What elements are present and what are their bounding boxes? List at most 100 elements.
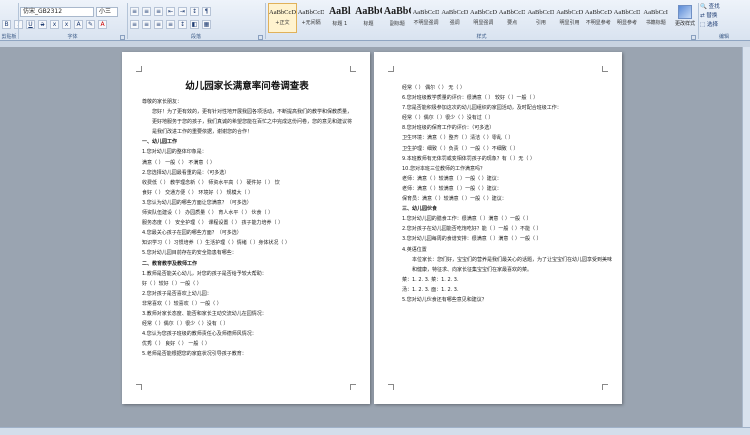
sort-icon[interactable]: ↕ (190, 7, 199, 16)
document-line: 知识学习（ ）习惯培养（ ）生活护理（ ）情绪（ ）身体状况（ ） (142, 240, 290, 247)
align-left-icon[interactable]: ≡ (130, 20, 139, 29)
group-label-clipboard: 剪贴板 (1, 34, 17, 40)
crop-mark (602, 384, 608, 390)
document-line: 尊敬的家长朋友： (142, 99, 183, 105)
style-name: 明显引用 (559, 20, 580, 26)
select-button[interactable]: ⬚ 选择 (700, 21, 748, 30)
font-color-icon[interactable]: A (98, 20, 107, 29)
select-label: 选择 (706, 22, 718, 28)
justify-icon[interactable]: ≡ (166, 20, 175, 29)
multilevel-list-icon[interactable]: ≡ (154, 7, 163, 16)
increase-indent-icon[interactable]: ⇥ (178, 7, 187, 16)
superscript-icon[interactable]: x (62, 20, 71, 29)
style-name: +无间隔 (301, 20, 321, 26)
find-button[interactable]: 🔍 查找 (700, 3, 748, 12)
style-tile[interactable]: AaBbC 标题 (354, 3, 383, 33)
style-preview: AaBbCcDc (441, 9, 470, 16)
bold-icon[interactable]: B (2, 20, 11, 29)
document-line: 2.您对孩子在幼儿园能否吃饱吃好？能（ ）一般（ ）不能（ ） (402, 226, 542, 233)
editing-group: 🔍 查找 ⇄ 替换 ⬚ 选择 (700, 3, 748, 30)
style-preview: AaBbCcDc (584, 9, 613, 16)
highlight-icon[interactable]: ✎ (86, 20, 95, 29)
crop-mark (136, 384, 142, 390)
style-tile[interactable]: AaBbCcDc 引用 (526, 3, 555, 33)
document-line: 收费低（ ） 教学理念新（ ） 师资水平高（ ） 硬件好（ ） 饮 (142, 179, 280, 186)
style-tile[interactable]: AaBbCcDc 明显引用 (555, 3, 584, 33)
show-marks-icon[interactable]: ¶ (202, 7, 211, 16)
change-styles-label: 更改样式 (674, 21, 695, 27)
style-tile[interactable]: AaBbCcDc 明显强调 (469, 3, 498, 33)
font-size-combo[interactable]: 小三 (96, 7, 118, 17)
style-tile[interactable]: AaBbC 副标题 (383, 3, 412, 33)
bullets-icon[interactable]: ≡ (130, 7, 139, 16)
style-name: 强调 (449, 20, 460, 26)
paragraph-dialog-launcher-icon[interactable] (258, 35, 263, 40)
document-line: 1.您对幼儿园的整体印象是： (142, 149, 207, 156)
crop-mark (350, 66, 356, 72)
style-name: 标题 1 (332, 21, 348, 27)
decrease-indent-icon[interactable]: ⇤ (166, 7, 175, 16)
font-dialog-launcher-icon[interactable] (120, 35, 125, 40)
document-line: 您好！为了更有效的，更有针对性地开展我园各项活动，不断提高我们的教学和保教质量，… (152, 109, 353, 136)
style-tile[interactable]: AaBbCcDc 强调 (440, 3, 469, 33)
document-line: 本位家长：您们好，宝宝们的营养是我们最关心的话题，为了让宝宝们在幼儿园享受到美味… (412, 256, 613, 273)
style-tile[interactable]: AaBbCcDc 不明显参考 (584, 3, 613, 33)
document-line: 4.您认为您孩子班级的教师责任心及师德师风情况： (142, 331, 257, 338)
align-right-icon[interactable]: ≡ (154, 20, 163, 29)
document-line: 4.您最关心孩子在园的哪些方面？（可多选） (142, 230, 242, 237)
document-line: 2.您对孩子是否喜欢上幼儿园： (142, 290, 212, 297)
align-center-icon[interactable]: ≡ (142, 20, 151, 29)
style-tile[interactable]: AaBbCcDc +正文 (268, 3, 297, 33)
style-name: 引用 (535, 20, 546, 26)
style-preview: AaBbCcDc (297, 9, 326, 16)
document-line: 经常（ ）偶尔（ ）很少（ ）没有过（ ） (402, 115, 494, 122)
group-label-editing: 编辑 (718, 34, 729, 40)
document-line: 卫生护理：细致（ ）负责（ ）一般（ ）不细致（ ） (402, 145, 519, 152)
style-tile[interactable]: AaBbCcDc +无间隔 (297, 3, 326, 33)
styles-dialog-launcher-icon[interactable] (691, 35, 696, 40)
document-line: 满意（ ） 一般（ ） 不满意（ ） (142, 159, 215, 166)
style-preview: AaBbCcDc (470, 9, 498, 16)
page-1-text[interactable]: 幼儿园家长满意率问卷调查表 尊敬的家长朋友： 您好！为了更有效的，更有针对性地开展… (142, 80, 352, 359)
replace-label: 替换 (706, 13, 718, 19)
ribbon: 仿宋_GB2312 小三 B I U a x x A ✎ A ≡ ≡ ≡ ⇤ ⇥… (0, 0, 750, 41)
crop-mark (388, 384, 394, 390)
document-page-2[interactable]: 经常（ ） 偶尔（ ） 无（ ） 6.您对班级教学质量的评价：很满意（ ） 较好（… (374, 52, 622, 404)
document-line: 5.您对幼儿园目前存在的安全隐患有哪些： (142, 250, 237, 257)
replace-button[interactable]: ⇄ 替换 (700, 12, 748, 21)
style-tile[interactable]: AaBbCcDc 明显参考 (613, 3, 642, 33)
change-styles-button[interactable]: 更改样式 (673, 3, 697, 35)
crop-mark (602, 66, 608, 72)
change-case-icon[interactable]: A (74, 20, 83, 29)
borders-icon[interactable]: ▦ (202, 20, 211, 29)
document-line: 5.您对幼儿伙食还有哪些意见和建议？ (402, 296, 487, 303)
vertical-scrollbar[interactable] (742, 47, 750, 427)
style-tile[interactable]: AaBl 标题 1 (325, 3, 354, 33)
shading-icon[interactable]: ◧ (190, 20, 199, 29)
document-line: 6.您对班级教学质量的评价：很满意（ ） 较好（ ）一般（ ） (402, 95, 539, 102)
document-line: 师资队伍建设（ ） 办园质量（ ） 育人水平（ ） 伙食（ ） (142, 210, 274, 217)
style-tile[interactable]: AaBbCcI 书籍标题 (641, 3, 670, 33)
font-name-combo[interactable]: 仿宋_GB2312 (20, 7, 94, 17)
document-title: 幼儿园家长满意率问卷调查表 (185, 82, 309, 92)
subscript-icon[interactable]: x (50, 20, 59, 29)
document-top-edge (0, 41, 750, 47)
crop-mark (350, 384, 356, 390)
line-spacing-icon[interactable]: ↕ (178, 20, 187, 29)
document-line: 好（ ）较好（ ）一般（ ） (142, 280, 202, 287)
numbering-icon[interactable]: ≡ (142, 7, 151, 16)
strikethrough-icon[interactable]: a (38, 20, 47, 29)
page-2-text[interactable]: 经常（ ） 偶尔（ ） 无（ ） 6.您对班级教学质量的评价：很满意（ ） 较好（… (402, 83, 612, 305)
style-tile[interactable]: AaBbCcDc 不明显强调 (412, 3, 441, 33)
group-label-font: 字体 (67, 34, 78, 40)
paragraph-buttons-top: ≡ ≡ ≡ ⇤ ⇥ ↕ ¶ (130, 7, 211, 16)
document-line: 8.您对班级的保育工作的评价：（可多选） (402, 125, 495, 132)
document-page-1[interactable]: 幼儿园家长满意率问卷调查表 尊敬的家长朋友： 您好！为了更有效的，更有针对性地开展… (122, 52, 370, 404)
style-preview: AaBbC (383, 6, 411, 17)
section-heading: 二、教育教学及教师工作 (142, 260, 198, 267)
document-line: 食好（ ） 交通方便（ ） 环境好（ ） 规模大（ ） (142, 189, 254, 196)
document-line: 3.您对幼儿园每周的食谱安排：很满意（ ）满意（ ）一般（ ） (402, 236, 542, 243)
style-tile[interactable]: AaBbCcD 要点 (498, 3, 527, 33)
underline-icon[interactable]: U (26, 20, 35, 29)
document-line: 服务态度（ ） 安全护理（ ） 课程设置（ ） 孩子能力培养（ ） (142, 220, 284, 227)
